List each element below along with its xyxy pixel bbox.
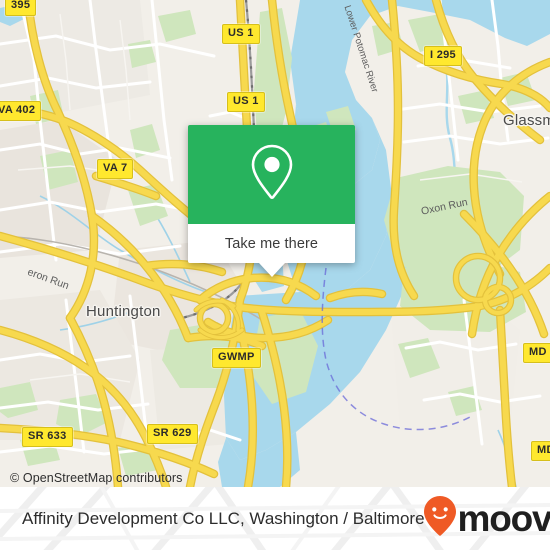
- take-me-there-button[interactable]: Take me there: [188, 224, 355, 263]
- destination-popup-card[interactable]: Take me there: [188, 125, 355, 277]
- md-shield-lower[interactable]: MD: [531, 441, 550, 461]
- md-2-shield[interactable]: MD 2: [523, 343, 550, 363]
- map-screenshot: Glassm Huntington Lower Potomac River Ox…: [0, 0, 550, 550]
- va-402-shield[interactable]: VA 402: [0, 101, 42, 121]
- us-1-shield-north[interactable]: US 1: [222, 24, 260, 44]
- moovit-wordmark: moovit: [457, 498, 550, 539]
- sr-629-shield[interactable]: SR 629: [147, 424, 198, 444]
- location-pin-icon: [248, 143, 296, 206]
- popup-tail: [258, 263, 285, 277]
- va-7-shield[interactable]: VA 7: [97, 159, 134, 179]
- sr-633-shield[interactable]: SR 633: [22, 427, 73, 447]
- us-1-shield-south[interactable]: US 1: [227, 92, 265, 112]
- osm-attribution[interactable]: © OpenStreetMap contributors: [10, 471, 183, 485]
- i-295-shield[interactable]: I 295: [424, 46, 462, 66]
- i-395-shield[interactable]: 395: [5, 0, 37, 16]
- place-title: Affinity Development Co LLC, Washington …: [22, 508, 425, 528]
- gwmp-shield[interactable]: GWMP: [212, 348, 261, 368]
- popup-pin-area: [188, 125, 355, 224]
- map-canvas[interactable]: Glassm Huntington Lower Potomac River Ox…: [0, 0, 550, 487]
- take-me-there-label: Take me there: [224, 235, 319, 252]
- moovit-smiley-pin-icon: [423, 495, 457, 542]
- moovit-logo[interactable]: moovit: [423, 495, 550, 542]
- footer-bar: Affinity Development Co LLC, Washington …: [0, 487, 550, 550]
